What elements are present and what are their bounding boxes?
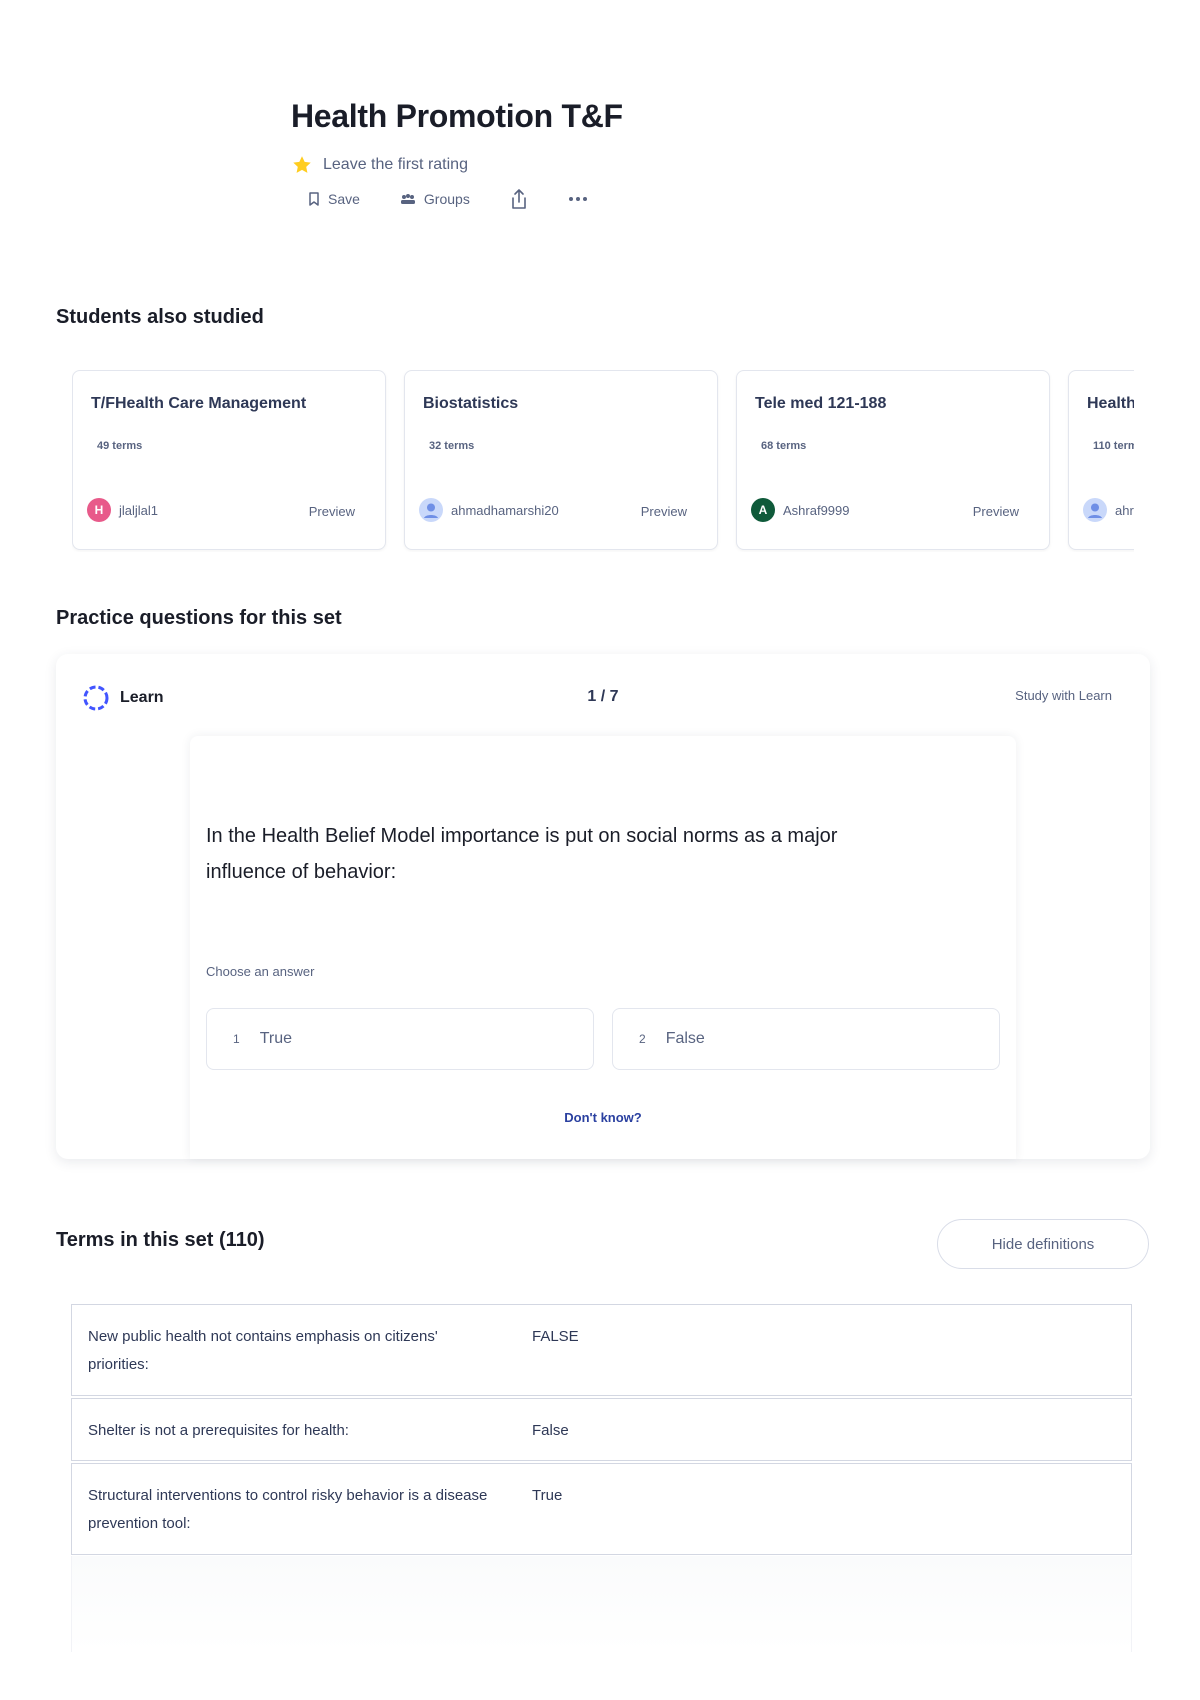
answer-option-false[interactable]: 2 False [612, 1008, 1000, 1070]
answer-label: True [259, 1030, 292, 1047]
definition-text: FALSE [532, 1328, 579, 1345]
more-dots-icon [568, 197, 587, 201]
dont-know-link: Don't know? [190, 1110, 1016, 1125]
groups-icon [400, 194, 415, 204]
term-text: New public health not contains emphasis … [88, 1328, 438, 1373]
dont-know-button[interactable]: Don't know? [564, 1110, 641, 1125]
answer-number: 2 [639, 1032, 646, 1046]
term-row: Shelter is not a prerequisites for healt… [71, 1398, 1132, 1461]
answer-number: 1 [233, 1032, 240, 1046]
card-term-count: 49 terms [97, 440, 143, 452]
creator-username: ahmadhamarshi20 [451, 502, 559, 518]
star-icon [293, 156, 311, 173]
avatar [419, 498, 443, 522]
hide-definitions-button[interactable]: Hide definitions [937, 1219, 1149, 1269]
faded-term-row [71, 1556, 1132, 1652]
bookmark-icon [309, 192, 319, 206]
save-button[interactable]: Save [308, 191, 360, 207]
save-label: Save [328, 191, 360, 207]
share-icon [512, 189, 526, 209]
definition-text: True [532, 1487, 563, 1504]
more-options-button[interactable] [568, 196, 588, 202]
term-text: Structural interventions to control risk… [88, 1487, 488, 1532]
card-title: Tele med 121-188 [755, 395, 887, 412]
card-title: Biostatistics [423, 395, 519, 412]
creator-username: jlaljlal1 [119, 502, 159, 518]
default-avatar-icon [424, 503, 438, 518]
related-set-card[interactable]: Biostatistics 32 terms ahmadhamarshi20 P… [404, 370, 718, 550]
definition-text: False [532, 1422, 569, 1439]
practice-panel: Learn 1 / 7 Study with Learn In the Heal… [56, 654, 1150, 1159]
avatar [1083, 498, 1107, 522]
preview-button[interactable]: Preview [641, 504, 687, 519]
avatar: A [751, 498, 775, 522]
choose-answer-label: Choose an answer [206, 964, 315, 979]
preview-button[interactable]: Preview [973, 504, 1019, 519]
share-button[interactable] [510, 188, 528, 210]
groups-button[interactable]: Groups [400, 191, 470, 207]
rating-row[interactable]: Leave the first rating [291, 154, 468, 176]
related-sets-carousel: T/FHealth Care Management 49 terms H jla… [72, 370, 1134, 552]
practice-questions-heading: Practice questions for this set [56, 607, 342, 629]
card-title: T/FHealth Care Management [91, 395, 307, 412]
set-actions: Save Groups [308, 188, 628, 210]
question-progress: 1 / 7 [587, 688, 619, 705]
card-term-count: 68 terms [761, 440, 807, 452]
terms-list: New public health not contains emphasis … [71, 1304, 1132, 1555]
related-set-card[interactable]: Health 110 term ahr [1068, 370, 1134, 550]
terms-heading: Terms in this set (110) [56, 1229, 265, 1251]
card-creator[interactable]: A Ashraf9999 [751, 498, 850, 522]
card-creator[interactable]: ahr [1083, 498, 1134, 522]
related-set-card[interactable]: T/FHealth Care Management 49 terms H jla… [72, 370, 386, 550]
card-creator[interactable]: H jlaljlal1 [87, 498, 158, 522]
related-set-card[interactable]: Tele med 121-188 68 terms A Ashraf9999 P… [736, 370, 1050, 550]
answer-option-true[interactable]: 1 True [206, 1008, 594, 1070]
rating-text: Leave the first rating [323, 156, 468, 173]
term-row: Structural interventions to control risk… [71, 1463, 1132, 1555]
card-creator[interactable]: ahmadhamarshi20 [419, 498, 559, 522]
avatar: H [87, 498, 111, 522]
study-with-learn-link[interactable]: Study with Learn [1015, 688, 1112, 703]
answer-label: False [665, 1030, 705, 1047]
page-title: Health Promotion T&F [291, 98, 623, 134]
default-avatar-icon [1088, 503, 1102, 518]
card-title: Health [1087, 395, 1134, 412]
card-term-count: 32 terms [429, 440, 475, 452]
groups-label: Groups [423, 191, 470, 207]
term-text: Shelter is not a prerequisites for healt… [88, 1422, 349, 1439]
term-row: New public health not contains emphasis … [71, 1304, 1132, 1396]
creator-username: ahr [1115, 502, 1134, 518]
question-card: In the Health Belief Model importance is… [190, 736, 1016, 1159]
question-text: In the Health Belief Model importance is… [206, 825, 838, 883]
card-term-count: 110 term [1093, 440, 1134, 452]
preview-button[interactable]: Preview [309, 504, 355, 519]
creator-username: Ashraf9999 [783, 502, 850, 518]
students-also-studied-heading: Students also studied [56, 306, 264, 328]
